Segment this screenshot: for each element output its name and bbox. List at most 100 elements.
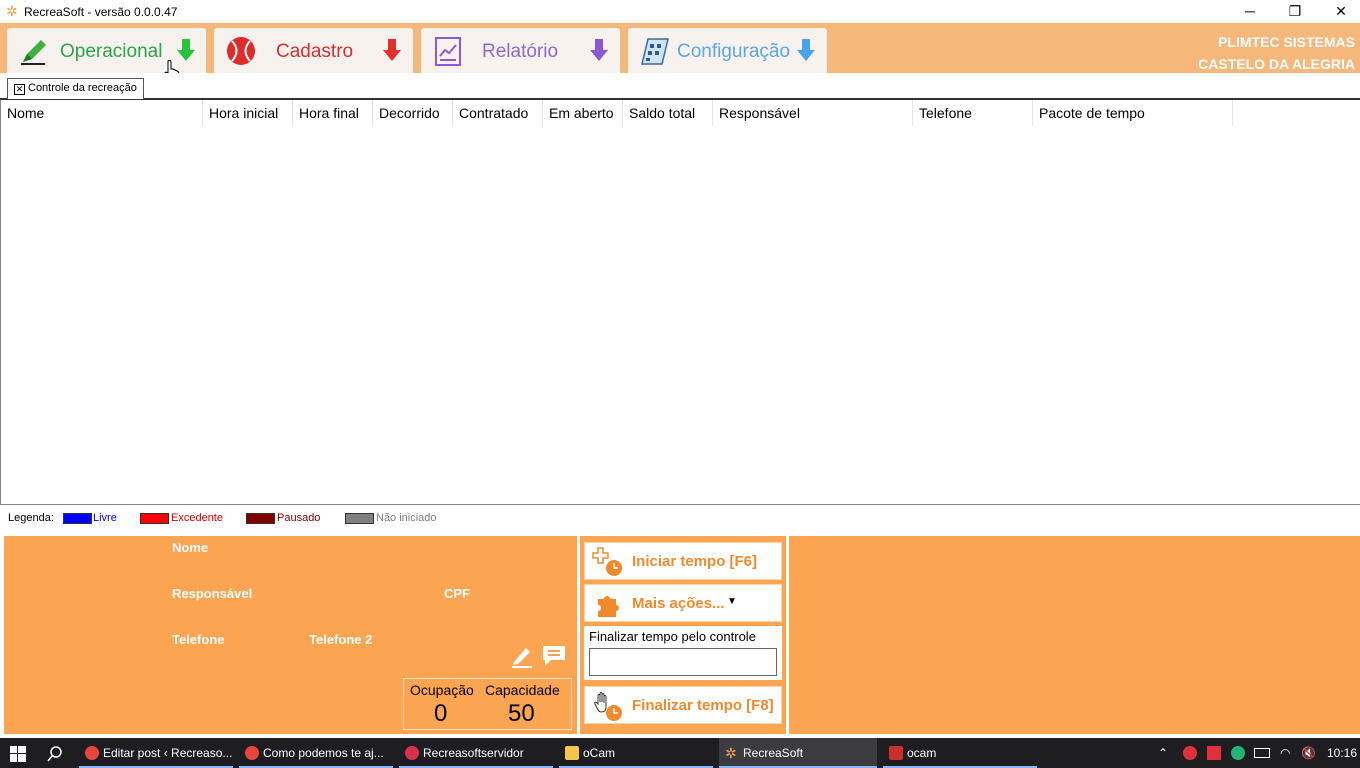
close-button[interactable]: ✕ bbox=[1318, 0, 1360, 23]
wifi-icon[interactable]: ◠ bbox=[1280, 746, 1290, 760]
taskbar-item-recreasoftservidor[interactable]: Recreasoftservidor bbox=[399, 738, 553, 768]
taskbar-item-chrome-como[interactable]: Como podemos te aj... bbox=[239, 738, 393, 768]
doc-tab-label: Controle da recreação bbox=[28, 82, 137, 94]
chrome-icon bbox=[85, 746, 99, 760]
legend-label-excedente: Excedente bbox=[171, 512, 223, 524]
legend-label-livre: Livre bbox=[93, 512, 117, 524]
arrow-down-icon bbox=[177, 39, 195, 61]
taskbar-label: oCam bbox=[583, 746, 616, 760]
more-actions-label: Mais ações... bbox=[632, 595, 725, 612]
recreasoft-icon: ✲ bbox=[725, 745, 737, 761]
legend-swatch-nao-iniciado bbox=[345, 513, 374, 524]
taskbar-label: Editar post ‹ Recreaso... bbox=[103, 746, 233, 760]
ocam-icon bbox=[889, 746, 903, 760]
finish-by-control-box: Finalizar tempo pelo controle bbox=[584, 626, 782, 680]
app-icon: ✲ bbox=[6, 3, 18, 19]
column-header[interactable]: Hora inicial bbox=[203, 100, 293, 126]
start-time-label: Iniciar tempo [F6] bbox=[632, 553, 758, 570]
column-header[interactable]: Telefone bbox=[913, 100, 1033, 126]
more-actions-button[interactable]: Mais ações... ▼ bbox=[584, 584, 782, 622]
capacidade-value: 50 bbox=[508, 700, 535, 727]
taskbar-label: RecreaSoft bbox=[743, 746, 804, 760]
tab-relatorio-label: Relatório bbox=[482, 41, 559, 62]
arrow-down-icon bbox=[590, 39, 608, 61]
responsavel-label: Responsável bbox=[172, 586, 253, 601]
ocupacao-value: 0 bbox=[434, 700, 448, 727]
ball-icon bbox=[227, 37, 255, 65]
restore-button[interactable]: ❐ bbox=[1272, 0, 1318, 23]
stop-hand-clock-icon bbox=[594, 692, 622, 721]
finish-by-control-label: Finalizar tempo pelo controle bbox=[589, 629, 756, 644]
column-header[interactable]: Hora final bbox=[293, 100, 373, 126]
security-icon[interactable] bbox=[1231, 746, 1245, 760]
tab-cadastro-label: Cadastro bbox=[276, 41, 354, 62]
finish-time-button[interactable]: Finalizar tempo [F8] bbox=[584, 686, 782, 724]
taskbar-label: Recreasoftservidor bbox=[423, 746, 524, 760]
grid-header: Nome Hora inicial Hora final Decorrido C… bbox=[1, 100, 1360, 126]
clock[interactable]: 10:16 bbox=[1327, 746, 1357, 760]
taskbar-label: ocam bbox=[907, 746, 937, 760]
minimize-button[interactable]: ─ bbox=[1227, 0, 1273, 23]
tab-configuracao-label: Configuração bbox=[677, 41, 791, 62]
column-header[interactable]: Responsável bbox=[713, 100, 913, 126]
tab-configuracao[interactable]: Configuração bbox=[628, 28, 827, 73]
puzzle-icon bbox=[598, 596, 619, 617]
close-tab-icon[interactable]: ✕ bbox=[14, 84, 25, 95]
message-icon[interactable] bbox=[541, 644, 567, 668]
company-unit: CASTELO DA ALEGRIA bbox=[1198, 56, 1355, 72]
column-header[interactable]: Contratado bbox=[453, 100, 543, 126]
tray-chevron-icon[interactable]: ⌃ bbox=[1158, 746, 1168, 760]
title-bar: ✲ RecreaSoft - versão 0.0.0.47 ─ ❐ ✕ bbox=[0, 0, 1360, 23]
legend-label-nao-iniciado: Não iniciado bbox=[376, 512, 437, 524]
finish-time-label: Finalizar tempo [F8] bbox=[632, 697, 774, 714]
taskbar: Editar post ‹ Recreaso... Como podemos t… bbox=[0, 738, 1360, 768]
window-title: RecreaSoft - versão 0.0.0.47 bbox=[24, 5, 178, 19]
legend-swatch-pausado bbox=[246, 513, 275, 524]
tab-operacional-label: Operacional bbox=[60, 41, 163, 62]
dropdown-caret-icon: ▼ bbox=[727, 596, 737, 607]
cpf-label: CPF bbox=[444, 586, 470, 601]
recreation-grid[interactable]: Nome Hora inicial Hora final Decorrido C… bbox=[0, 100, 1360, 505]
column-header[interactable]: Decorrido bbox=[373, 100, 453, 126]
arrow-down-icon bbox=[383, 39, 401, 61]
anydesk-icon[interactable] bbox=[1207, 746, 1221, 760]
battery-icon[interactable] bbox=[1254, 748, 1270, 758]
taskbar-item-recreasoft[interactable]: ✲ RecreaSoft bbox=[719, 738, 877, 768]
start-time-button[interactable]: Iniciar tempo [F6] bbox=[584, 542, 782, 580]
volume-muted-icon[interactable]: 🔇 bbox=[1301, 746, 1316, 760]
chrome-icon bbox=[245, 746, 259, 760]
taskbar-item-chrome-editar[interactable]: Editar post ‹ Recreaso... bbox=[79, 738, 233, 768]
folder-icon bbox=[565, 746, 579, 760]
telefone2-label: Telefone 2 bbox=[309, 632, 373, 647]
ribbon: Operacional Cadastro Relatório Configura… bbox=[0, 23, 1360, 73]
capacidade-label: Capacidade bbox=[485, 682, 560, 698]
column-header[interactable]: Saldo total bbox=[623, 100, 713, 126]
doc-tab-controle[interactable]: ✕ Controle da recreação bbox=[7, 78, 144, 99]
right-panel bbox=[789, 536, 1360, 734]
highlighter-icon bbox=[21, 40, 46, 65]
column-header[interactable]: Pacote de tempo bbox=[1033, 100, 1233, 126]
column-header[interactable]: Nome bbox=[1, 100, 203, 126]
telefone-label: Telefone bbox=[172, 632, 225, 647]
add-clock-icon bbox=[592, 547, 622, 576]
legend-title: Legenda: bbox=[8, 512, 54, 524]
legend-label-pausado: Pausado bbox=[277, 512, 321, 524]
ocupacao-label: Ocupação bbox=[410, 682, 474, 698]
legend-swatch-excedente bbox=[140, 513, 169, 524]
document-tab-strip: ✕ Controle da recreação bbox=[0, 73, 1360, 100]
edit-pencil-icon[interactable] bbox=[510, 644, 534, 668]
windows-start-icon[interactable] bbox=[10, 746, 26, 762]
control-input[interactable] bbox=[589, 648, 777, 676]
report-chart-icon bbox=[435, 37, 461, 66]
taskbar-item-ocam[interactable]: ocam bbox=[883, 738, 1037, 768]
tab-cadastro[interactable]: Cadastro bbox=[214, 28, 413, 73]
record-icon[interactable] bbox=[1183, 746, 1197, 760]
search-icon[interactable] bbox=[47, 746, 63, 762]
taskbar-item-ocam-folder[interactable]: oCam bbox=[559, 738, 713, 768]
column-header[interactable]: Em aberto bbox=[543, 100, 623, 126]
company-name: PLIMTEC SISTEMAS bbox=[1218, 34, 1355, 50]
legend-swatch-livre bbox=[63, 513, 92, 524]
settings-panel-icon bbox=[641, 38, 669, 65]
tab-relatorio[interactable]: Relatório bbox=[421, 28, 620, 73]
dx-icon bbox=[405, 746, 419, 760]
